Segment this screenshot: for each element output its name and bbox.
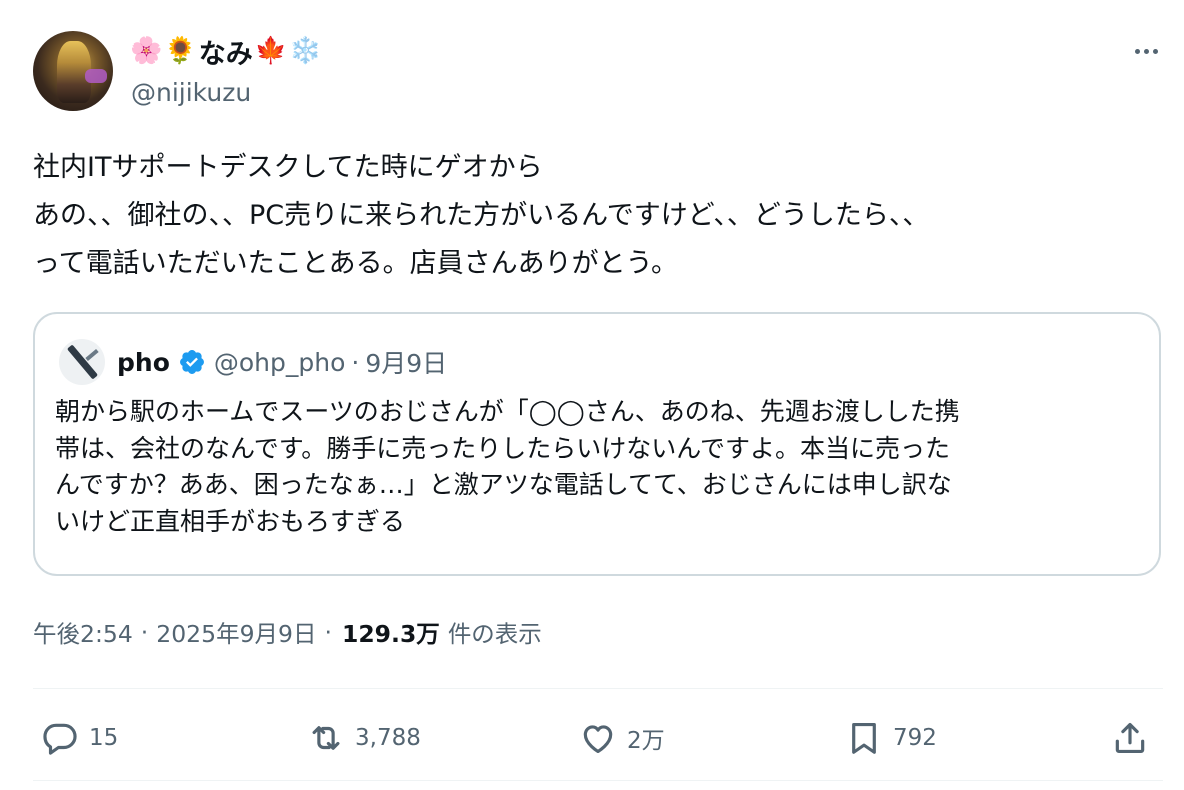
- reply-count: 15: [89, 725, 119, 751]
- quoted-tweet-card[interactable]: pho @ohp_pho · 9月9日 朝から駅のホームでスーツのおじさんが「◯…: [33, 312, 1161, 576]
- bookmark-button[interactable]: 792: [845, 710, 937, 766]
- quoted-header: pho @ohp_pho · 9月9日: [117, 342, 447, 382]
- reply-button[interactable]: 15: [41, 710, 118, 766]
- author-avatar[interactable]: [33, 31, 113, 111]
- like-count: 2万: [627, 728, 665, 754]
- tweet-meta: 午後2:54 · 2025年9月9日 · 129.3万 件の表示: [33, 615, 542, 649]
- quoted-separator: ·: [351, 347, 360, 377]
- avatar-shape: [85, 348, 99, 362]
- views-count: 129.3万: [341, 620, 440, 648]
- retweet-count: 3,788: [355, 725, 421, 751]
- bookmark-count: 792: [893, 725, 937, 751]
- author-handle[interactable]: @nijikuzu: [131, 78, 251, 107]
- author-display-name[interactable]: 🌸 🌻 なみ 🍁 ❄️: [130, 33, 322, 70]
- heart-icon: [583, 725, 613, 754]
- snowflake-emoji: ❄️: [289, 36, 322, 66]
- display-name-text: なみ: [198, 38, 253, 70]
- reply-icon: [43, 723, 77, 755]
- more-dot: [1134, 48, 1140, 54]
- bookmark-icon: [852, 722, 876, 754]
- tweet-date[interactable]: 2025年9月9日: [156, 615, 316, 649]
- avatar-accent: [85, 69, 107, 83]
- quoted-text: 朝から駅のホームでスーツのおじさんが「◯◯さん、あのね、先週お渡しした携 帯は、…: [55, 397, 960, 536]
- divider: [33, 780, 1163, 781]
- meta-separator: ·: [140, 618, 149, 646]
- quoted-author-avatar[interactable]: [59, 339, 105, 385]
- tweet-text: 社内ITサポートデスクしてた時にゲオから あの、、御社の、、PC売りに来られた方…: [33, 152, 930, 279]
- sunflower-emoji: 🌻: [164, 36, 197, 66]
- meta-separator: ·: [324, 618, 332, 646]
- cherry-blossom-emoji: 🌸: [130, 36, 163, 66]
- share-icon: [1115, 722, 1145, 754]
- tweet-time[interactable]: 午後2:54: [33, 615, 133, 649]
- more-dot: [1143, 48, 1149, 54]
- more-dot: [1152, 48, 1158, 54]
- verified-badge-icon: [179, 350, 204, 374]
- quoted-handle[interactable]: @ohp_pho: [214, 348, 346, 377]
- views-label: 件の表示: [447, 620, 542, 648]
- like-button[interactable]: 2万: [579, 710, 665, 766]
- maple-leaf-emoji: 🍁: [254, 36, 288, 66]
- retweet-button[interactable]: 3,788: [307, 710, 421, 766]
- divider: [33, 688, 1163, 689]
- action-bar: 15 3,788 2万 792: [33, 710, 1163, 766]
- more-options-button[interactable]: [1126, 36, 1166, 66]
- retweet-icon: [312, 726, 340, 750]
- share-button[interactable]: [1111, 710, 1149, 766]
- quoted-author-name[interactable]: pho: [117, 348, 170, 377]
- quoted-date[interactable]: 9月9日: [365, 344, 447, 380]
